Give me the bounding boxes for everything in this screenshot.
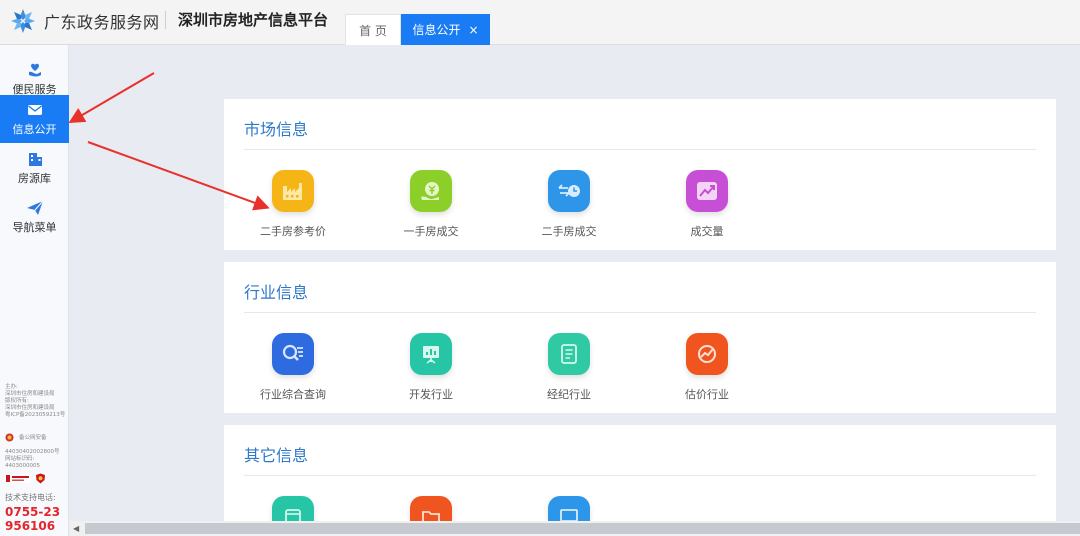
calendar-icon (272, 496, 314, 521)
monitor-icon (548, 496, 590, 521)
sidebar-item-housing-database[interactable]: 房源库 (0, 144, 69, 192)
support-phone-label: 技术支持电话: (5, 493, 56, 502)
section-divider (244, 149, 1036, 150)
item-new-home-transactions[interactable]: 一手房成交 (366, 170, 496, 239)
left-sidebar: 便民服务 信息公开 房源库 导航菜单 主办: 深圳市住房和建设局 版权所有: 深… (0, 45, 69, 536)
top-header: 广东政务服务网 深圳市房地产信息平台 首 页 信息公开 × (0, 0, 1080, 45)
scrollbar-thumb[interactable] (85, 523, 1080, 534)
item-appraisal-industry[interactable]: 估价行业 (642, 333, 772, 402)
building-icon (28, 152, 42, 166)
section-title: 其它信息 (244, 446, 309, 465)
document-icon (548, 333, 590, 375)
tab-home-label: 首 页 (359, 23, 387, 38)
item-label: 一手房成交 (403, 225, 459, 238)
horizontal-scrollbar[interactable]: ◀ (70, 521, 1080, 536)
section-divider (244, 312, 1036, 313)
trend-chart-icon (686, 170, 728, 212)
factory-icon (272, 170, 314, 212)
item-label: 二手房成交 (541, 225, 597, 238)
section-industry-info: 行业信息 行业综合查询 开发行业 经纪行业 估价行业 (224, 262, 1056, 413)
item-second-hand-transactions[interactable]: 二手房成交 (504, 170, 634, 239)
tab-info-disclosure[interactable]: 信息公开 × (401, 14, 490, 45)
envelope-icon (27, 104, 42, 115)
search-list-icon (272, 333, 314, 375)
presentation-icon (410, 333, 452, 375)
icp-number[interactable]: 粤ICP备2023059213号 (5, 412, 65, 420)
section-market-info: 市场信息 二手房参考价 一手房成交 二手房成交 成交量 (224, 99, 1056, 250)
close-icon[interactable]: × (468, 23, 478, 37)
item-second-hand-reference-price[interactable]: 二手房参考价 (228, 170, 358, 239)
section-other-info: 其它信息 (224, 425, 1056, 521)
folder-icon (410, 496, 452, 521)
header-divider (165, 11, 166, 29)
item-label: 开发行业 (409, 388, 453, 401)
item-label: 行业综合查询 (260, 388, 326, 401)
police-record-label: 备公网安备 (19, 435, 47, 441)
sidebar-item-label: 导航菜单 (12, 220, 57, 234)
scroll-left-arrow-icon[interactable]: ◀ (73, 524, 79, 533)
item-other-1[interactable] (228, 496, 358, 521)
transfer-clock-icon (548, 170, 590, 212)
shield-badge-icon[interactable] (35, 473, 46, 484)
item-development-industry[interactable]: 开发行业 (366, 333, 496, 402)
section-divider (244, 475, 1036, 476)
platform-title: 深圳市房地产信息平台 (178, 11, 329, 29)
guangdong-logo-icon[interactable] (10, 8, 36, 34)
sidebar-item-label: 房源库 (18, 171, 51, 185)
police-emblem-icon (5, 433, 14, 442)
support-phone-number: 0755-23956106 (5, 505, 61, 533)
section-title: 行业信息 (244, 283, 309, 302)
annotation-arrow-to-sidebar (68, 72, 155, 124)
gov-portal-name[interactable]: 广东政务服务网 (44, 9, 160, 33)
sidebar-item-info-disclosure[interactable]: 信息公开 (0, 95, 69, 143)
item-industry-search[interactable]: 行业综合查询 (228, 333, 358, 402)
item-other-3[interactable] (504, 496, 634, 521)
item-label: 经纪行业 (547, 388, 591, 401)
item-label: 成交量 (690, 225, 724, 238)
gov-site-badge-icon[interactable] (5, 474, 31, 483)
tab-info-label: 信息公开 (412, 23, 461, 37)
paper-plane-icon (26, 200, 43, 215)
item-label: 二手房参考价 (260, 225, 326, 238)
section-title: 市场信息 (244, 120, 309, 139)
sidebar-item-navigation-menu[interactable]: 导航菜单 (0, 193, 69, 241)
heart-hand-icon (28, 63, 41, 76)
gauge-icon (686, 333, 728, 375)
item-other-2[interactable] (366, 496, 496, 521)
item-label: 估价行业 (685, 388, 729, 401)
tab-home[interactable]: 首 页 (345, 14, 401, 45)
money-bag-icon (410, 170, 452, 212)
item-brokerage-industry[interactable]: 经纪行业 (504, 333, 634, 402)
item-transaction-volume[interactable]: 成交量 (642, 170, 772, 239)
site-id: 4403000005 (5, 463, 40, 469)
sidebar-item-label: 信息公开 (12, 122, 57, 136)
